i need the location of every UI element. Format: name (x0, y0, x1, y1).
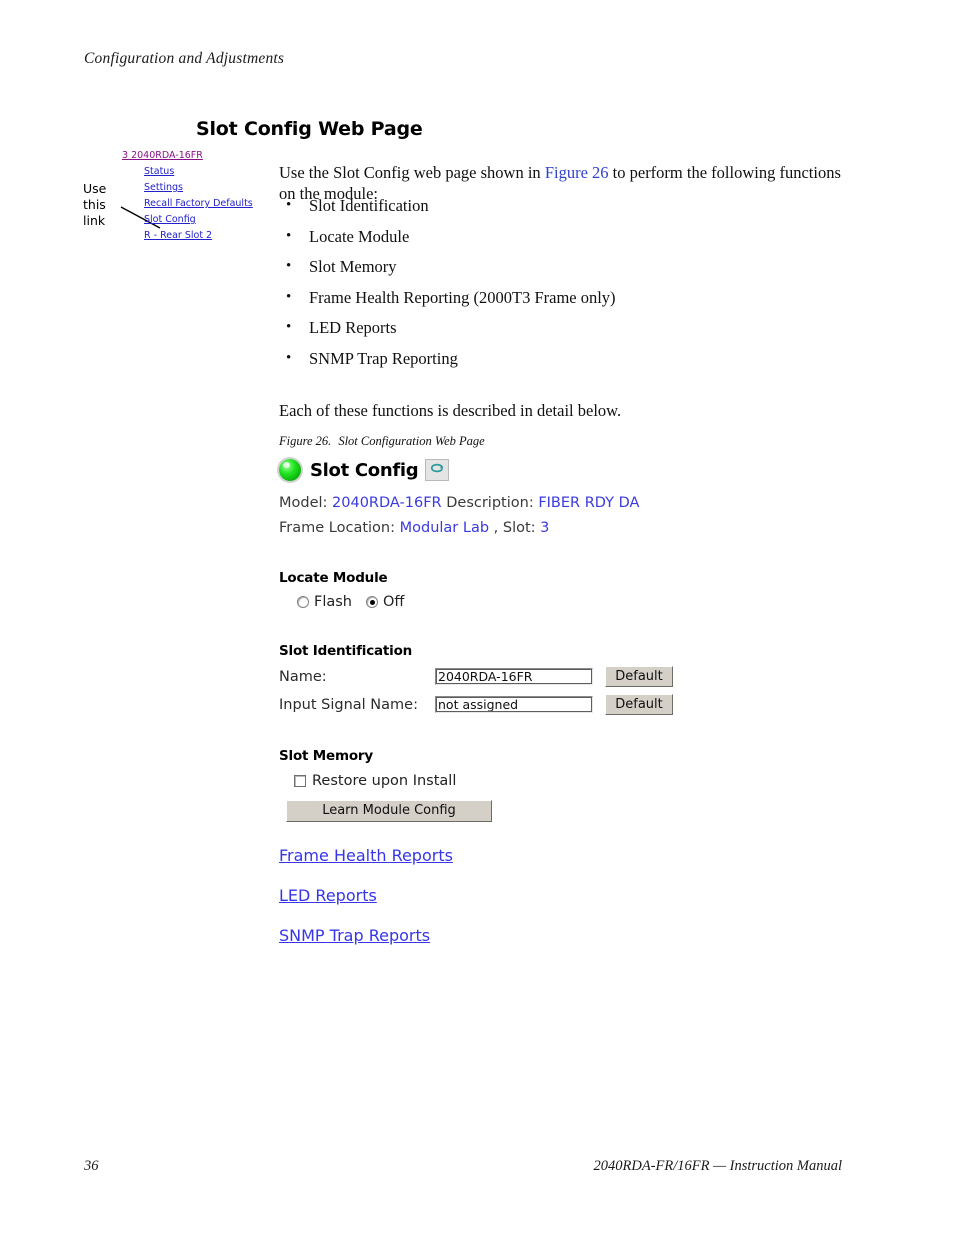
running-header: Configuration and Adjustments (84, 50, 285, 67)
radio-flash-icon (297, 596, 309, 608)
radio-off-icon (366, 596, 378, 608)
list-item: • Slot Memory (279, 257, 839, 277)
input-signal-name-row: Input Signal Name: not assigned Default (279, 694, 709, 715)
list-item-label: Slot Identification (309, 196, 429, 215)
list-item: • Frame Health Reporting (2000T3 Frame on… (279, 288, 839, 308)
restore-upon-install-checkbox[interactable]: Restore upon Install (279, 773, 709, 789)
list-item-label: LED Reports (309, 318, 397, 337)
description-value: FIBER RDY DA (538, 495, 640, 511)
list-item: • Slot Identification (279, 196, 839, 216)
slot-identification-heading: Slot Identification (279, 643, 413, 659)
name-default-button[interactable]: Default (605, 666, 673, 687)
page-title: Slot Config Web Page (196, 117, 423, 140)
bullet-icon: • (286, 197, 292, 213)
input-signal-name-default-button[interactable]: Default (605, 694, 673, 715)
list-item: • LED Reports (279, 318, 839, 338)
radio-off-label: Off (383, 594, 405, 610)
radio-option-off[interactable]: Off (366, 594, 404, 610)
report-links-group: Frame Health Reports LED Reports SNMP Tr… (279, 846, 709, 945)
list-item: • SNMP Trap Reporting (279, 349, 839, 369)
nav-row: Status (118, 164, 270, 180)
figure-number: Figure 26. (279, 434, 332, 448)
web-page-title: Slot Config (310, 459, 419, 481)
nav-row: 3 2040RDA-16FR (118, 148, 270, 164)
intro-text-before: Use the Slot Config web page shown in (279, 162, 545, 182)
sidebar-item-rear-slot[interactable]: R - Rear Slot 2 (144, 230, 212, 241)
sidebar-item-module[interactable]: 3 2040RDA-16FR (122, 150, 203, 161)
radio-flash-label: Flash (314, 594, 352, 610)
list-item-label: SNMP Trap Reporting (309, 348, 458, 368)
model-label: Model: (279, 495, 328, 511)
footer-manual-title: 2040RDA-FR/16FR — Instruction Manual (593, 1158, 842, 1174)
nav-list: 3 2040RDA-16FR Status Settings Recall Fa… (118, 148, 270, 244)
metadata-row-location: Frame Location: Modular Lab , Slot: 3 (279, 516, 709, 541)
bullet-icon: • (286, 349, 292, 366)
name-label: Name: (279, 668, 327, 685)
frame-location-label: Frame Location: (279, 520, 395, 536)
list-item-label: Slot Memory (309, 257, 397, 276)
description-label: Description: (446, 495, 534, 511)
checkbox-icon (294, 775, 306, 787)
led-reports-link[interactable]: LED Reports (279, 886, 377, 905)
bullet-icon: • (286, 288, 292, 305)
name-row: Name: 2040RDA-16FR Default (279, 666, 709, 687)
refresh-button[interactable] (425, 459, 450, 481)
function-bullet-list: • Slot Identification • Locate Module • Slo… (279, 196, 839, 379)
closing-paragraph: Each of these functions is described in … (279, 400, 622, 420)
locate-module-section: Locate Module Flash Off (279, 570, 709, 610)
sidebar-item-slot-config[interactable]: Slot Config (144, 214, 196, 225)
list-item-label: Frame Health Reporting (2000T3 Frame onl… (309, 287, 616, 307)
figure-caption: Figure 26. Slot Configuration Web Page (279, 434, 485, 449)
refresh-icon (431, 463, 444, 473)
sidebar-item-settings[interactable]: Settings (144, 182, 183, 193)
name-input[interactable]: 2040RDA-16FR (435, 668, 593, 685)
nav-row: R - Rear Slot 2 (118, 228, 270, 244)
nav-row: Recall Factory Defaults (118, 196, 270, 212)
nav-callout: Use this link 3 2040RDA-16FR Status Sett… (80, 148, 270, 254)
web-page-header: Slot Config (279, 456, 709, 484)
footer-page-number: 36 (84, 1158, 99, 1174)
nav-row: Slot Config (118, 212, 270, 228)
metadata-row-model: Model: 2040RDA-16FR Description: FIBER R… (279, 491, 709, 516)
model-value: 2040RDA-16FR (332, 495, 442, 511)
list-item-label: Locate Module (309, 226, 410, 246)
slot-config-web-figure: Slot Config Model: 2040RDA-16FR Descript… (279, 456, 709, 966)
frame-location-value: Modular Lab (399, 520, 490, 536)
slot-separator: , (493, 520, 499, 536)
slot-memory-heading: Slot Memory (279, 748, 373, 764)
restore-upon-install-label: Restore upon Install (312, 773, 457, 789)
input-signal-name-input[interactable]: not assigned (435, 696, 593, 713)
bullet-icon: • (286, 258, 292, 274)
locate-module-heading: Locate Module (279, 570, 388, 586)
snmp-trap-reports-link[interactable]: SNMP Trap Reports (279, 926, 430, 945)
slot-value: 3 (540, 520, 550, 536)
sidebar-item-status[interactable]: Status (144, 166, 174, 177)
slot-identification-section: Slot Identification Name: 2040RDA-16FR D… (279, 643, 709, 715)
slot-memory-section: Slot Memory Restore upon Install Learn M… (279, 748, 709, 822)
slot-label: Slot: (502, 520, 536, 536)
status-led-icon (279, 459, 301, 481)
frame-health-reports-link[interactable]: Frame Health Reports (279, 846, 453, 865)
sidebar-item-recall-factory-defaults[interactable]: Recall Factory Defaults (144, 198, 253, 209)
locate-module-radio-group: Flash Off (279, 594, 709, 610)
bullet-icon: • (286, 319, 292, 335)
figure-caption-text: Slot Configuration Web Page (338, 434, 485, 448)
nav-row: Settings (118, 180, 270, 196)
input-signal-name-label: Input Signal Name: (279, 696, 418, 713)
bullet-icon: • (286, 227, 292, 244)
figure-cross-reference[interactable]: Figure 26 (545, 163, 609, 182)
radio-option-flash[interactable]: Flash (297, 594, 352, 610)
document-page: Configuration and Adjustments Slot Confi… (0, 0, 954, 1235)
learn-module-config-button[interactable]: Learn Module Config (286, 800, 492, 822)
module-metadata: Model: 2040RDA-16FR Description: FIBER R… (279, 491, 709, 541)
list-item: • Locate Module (279, 227, 839, 247)
